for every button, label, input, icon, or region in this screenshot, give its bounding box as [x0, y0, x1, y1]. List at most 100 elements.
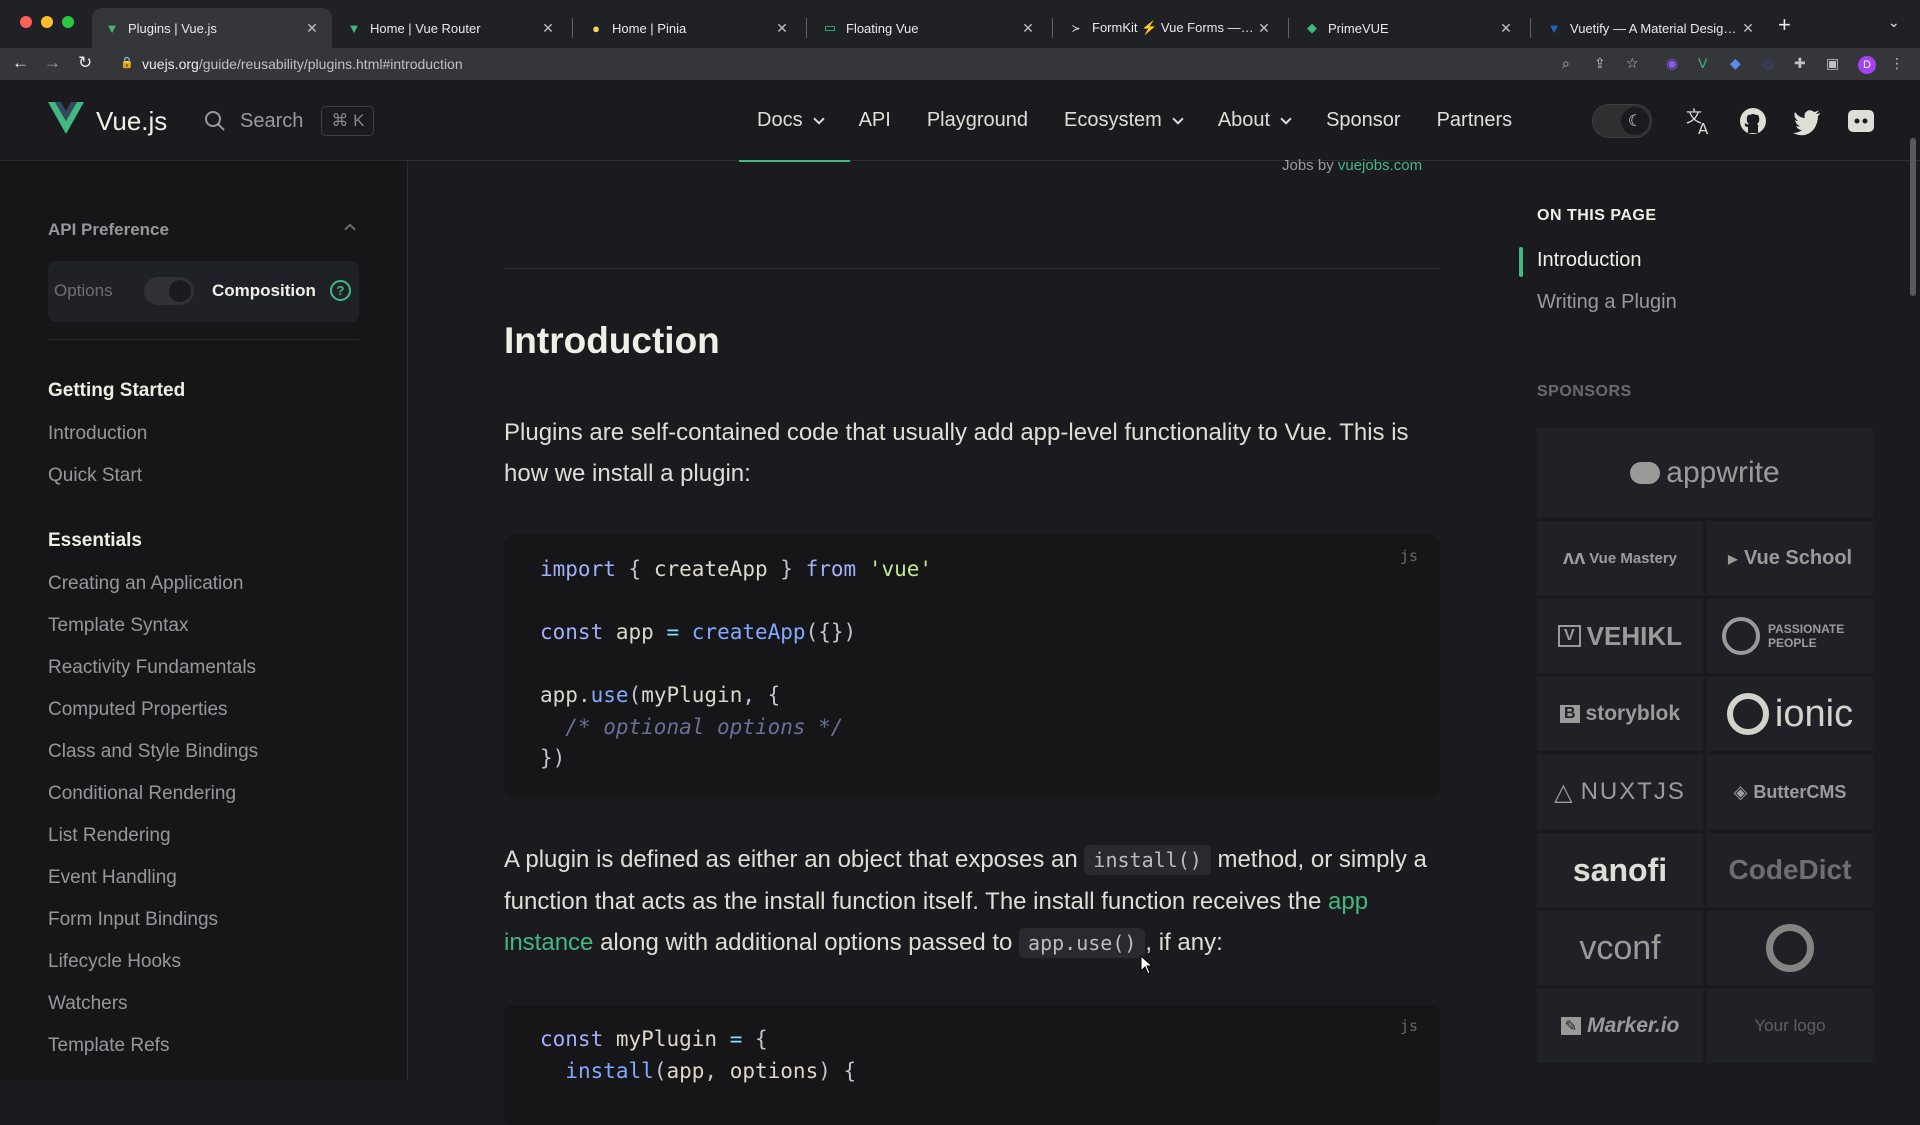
- close-tab-icon[interactable]: ✕: [1020, 20, 1036, 37]
- sponsor-marker-io[interactable]: ✎ Marker.io: [1537, 989, 1703, 1063]
- github-icon[interactable]: [1738, 106, 1768, 136]
- tab-primevue[interactable]: ◆ PrimeVUE ✕: [1292, 8, 1526, 48]
- share-icon[interactable]: ⇪: [1594, 55, 1606, 72]
- extension-icon[interactable]: ◆: [1730, 55, 1741, 72]
- bookmark-star-icon[interactable]: ☆: [1626, 55, 1639, 72]
- discord-icon[interactable]: [1846, 106, 1876, 136]
- profile-avatar[interactable]: D: [1858, 56, 1876, 74]
- api-preference-switch: Options Composition ?: [48, 261, 359, 322]
- sidebar-item-form-input-bindings[interactable]: Form Input Bindings: [48, 909, 218, 931]
- reload-icon[interactable]: ↻: [78, 53, 92, 73]
- zoom-window-button[interactable]: [62, 16, 74, 28]
- tab-vuetify[interactable]: ▼ Vuetify — A Material Design Fr ✕: [1534, 8, 1768, 48]
- sponsor-your-logo[interactable]: Your logo: [1707, 989, 1873, 1063]
- tab-floating-vue[interactable]: ▭ Floating Vue ✕: [810, 8, 1048, 48]
- tab-pinia[interactable]: ● Home | Pinia ✕: [576, 8, 802, 48]
- tab-vue-router[interactable]: ▼ Home | Vue Router ✕: [334, 8, 568, 48]
- extensions-puzzle-icon[interactable]: ✚: [1794, 55, 1806, 72]
- search-button[interactable]: Search ⌘ K: [204, 106, 375, 136]
- back-icon[interactable]: ←: [12, 53, 29, 73]
- vue-logo-icon[interactable]: [48, 102, 84, 134]
- nav-docs[interactable]: Docs: [757, 109, 825, 132]
- nav-sponsor[interactable]: Sponsor: [1326, 109, 1401, 132]
- sponsor-codedict[interactable]: CodeDict: [1707, 833, 1873, 907]
- passionate-people-logo-icon: [1722, 617, 1760, 655]
- nav-partners[interactable]: Partners: [1437, 109, 1513, 132]
- options-api-label[interactable]: Options: [54, 281, 113, 301]
- sidebar-item-list-rendering[interactable]: List Rendering: [48, 825, 171, 847]
- api-preference-header[interactable]: API Preference: [48, 220, 360, 240]
- sidebar-item-reactivity-fundamentals[interactable]: Reactivity Fundamentals: [48, 657, 256, 679]
- sponsor-vue-school[interactable]: ▸ Vue School: [1707, 521, 1873, 595]
- new-tab-icon[interactable]: +: [1778, 12, 1791, 38]
- help-icon[interactable]: ?: [330, 280, 351, 301]
- sponsor-nuxtjs[interactable]: △ NUXTJS: [1537, 755, 1703, 829]
- side-panel-icon[interactable]: ▣: [1826, 55, 1839, 72]
- sidebar-item-quick-start[interactable]: Quick Start: [48, 465, 142, 487]
- vue-devtools-icon[interactable]: V: [1698, 55, 1707, 71]
- sponsor-appwrite[interactable]: appwrite: [1537, 428, 1873, 517]
- sidebar-item-event-handling[interactable]: Event Handling: [48, 867, 177, 889]
- sidebar-item-template-syntax[interactable]: Template Syntax: [48, 615, 188, 637]
- extension-icon[interactable]: ◎: [1762, 55, 1774, 72]
- outline-link-introduction[interactable]: Introduction: [1537, 249, 1642, 272]
- sponsor-vconf[interactable]: vconf: [1537, 911, 1703, 985]
- search-label: Search: [240, 109, 304, 132]
- code-content: const myPlugin = { install(app, options)…: [540, 1027, 857, 1083]
- sidebar-item-introduction[interactable]: Introduction: [48, 423, 147, 445]
- browser-menu-icon[interactable]: ⋮: [1890, 55, 1904, 72]
- vue-school-logo-icon: ▸: [1727, 547, 1738, 570]
- nav-ecosystem[interactable]: Ecosystem: [1064, 109, 1184, 132]
- vuejobs-link[interactable]: vuejobs.com: [1338, 157, 1422, 174]
- sponsor-passionate-people[interactable]: PASSIONATE PEOPLE: [1707, 599, 1873, 673]
- address-bar[interactable]: 🔒 vuejs.org/guide/reusability/plugins.ht…: [112, 51, 1582, 77]
- sidebar-item-creating-an-application[interactable]: Creating an Application: [48, 573, 243, 595]
- nav-playground[interactable]: Playground: [927, 109, 1028, 132]
- api-style-toggle[interactable]: [144, 277, 194, 305]
- close-tab-icon[interactable]: ✕: [540, 20, 556, 37]
- extension-icon[interactable]: ◉: [1666, 55, 1678, 72]
- jobs-credit: Jobs by vuejobs.com: [1282, 157, 1423, 174]
- minimize-window-button[interactable]: [41, 16, 53, 28]
- sponsor-vue-mastery[interactable]: ʌʌ Vue Mastery: [1537, 521, 1703, 595]
- sidebar-item-lifecycle-hooks[interactable]: Lifecycle Hooks: [48, 951, 181, 973]
- storyblok-logo-icon: B: [1559, 705, 1580, 723]
- sponsor-ionic[interactable]: ionic: [1707, 677, 1873, 751]
- composition-api-label[interactable]: Composition: [212, 281, 316, 301]
- sponsor-circle-logo[interactable]: [1707, 911, 1873, 985]
- close-tab-icon[interactable]: ✕: [304, 20, 320, 37]
- mouse-cursor-icon: [1140, 955, 1154, 975]
- close-tab-icon[interactable]: ✕: [1740, 20, 1756, 37]
- close-window-button[interactable]: [20, 16, 32, 28]
- translate-icon[interactable]: 文 A: [1684, 106, 1714, 136]
- formkit-icon: ≻: [1071, 22, 1081, 35]
- site-brand[interactable]: Vue.js: [96, 106, 167, 137]
- page-scrollbar[interactable]: [1910, 138, 1916, 296]
- close-tab-icon[interactable]: ✕: [1256, 20, 1272, 37]
- dark-mode-toggle[interactable]: ☾: [1592, 104, 1652, 138]
- buttercms-logo-icon: ◈: [1733, 781, 1748, 802]
- sponsor-vehikl[interactable]: V VEHIKL: [1537, 599, 1703, 673]
- close-tab-icon[interactable]: ✕: [774, 20, 790, 37]
- close-tab-icon[interactable]: ✕: [1498, 20, 1514, 37]
- ionic-logo-icon: [1726, 693, 1769, 735]
- zoom-icon[interactable]: ⌕: [1562, 55, 1570, 72]
- sponsor-buttercms[interactable]: ◈ ButterCMS: [1707, 755, 1873, 829]
- twitter-icon[interactable]: [1792, 106, 1822, 136]
- sponsor-storyblok[interactable]: Bstoryblok: [1537, 677, 1703, 751]
- tab-title: Vuetify — A Material Design Fr: [1570, 20, 1740, 36]
- sidebar-item-template-refs[interactable]: Template Refs: [48, 1035, 169, 1057]
- tab-search-chevron-icon[interactable]: ⌄: [1888, 14, 1900, 31]
- sidebar-item-watchers[interactable]: Watchers: [48, 993, 128, 1015]
- sponsor-sanofi[interactable]: sanofi: [1537, 833, 1703, 907]
- tab-plugins-vuejs[interactable]: ▼ Plugins | Vue.js ✕: [92, 8, 332, 48]
- tab-formkit[interactable]: ≻ FormKit ⚡️ Vue Forms — Supe ✕: [1056, 8, 1284, 48]
- on-this-page-title: ON THIS PAGE: [1537, 207, 1657, 224]
- forward-icon[interactable]: →: [44, 53, 61, 73]
- nav-about[interactable]: About: [1218, 109, 1292, 132]
- sidebar-item-conditional-rendering[interactable]: Conditional Rendering: [48, 783, 236, 805]
- outline-link-writing-a-plugin[interactable]: Writing a Plugin: [1537, 291, 1677, 314]
- sidebar-item-class-style-bindings[interactable]: Class and Style Bindings: [48, 741, 258, 763]
- nav-api[interactable]: API: [859, 109, 891, 132]
- sidebar-item-computed-properties[interactable]: Computed Properties: [48, 699, 228, 721]
